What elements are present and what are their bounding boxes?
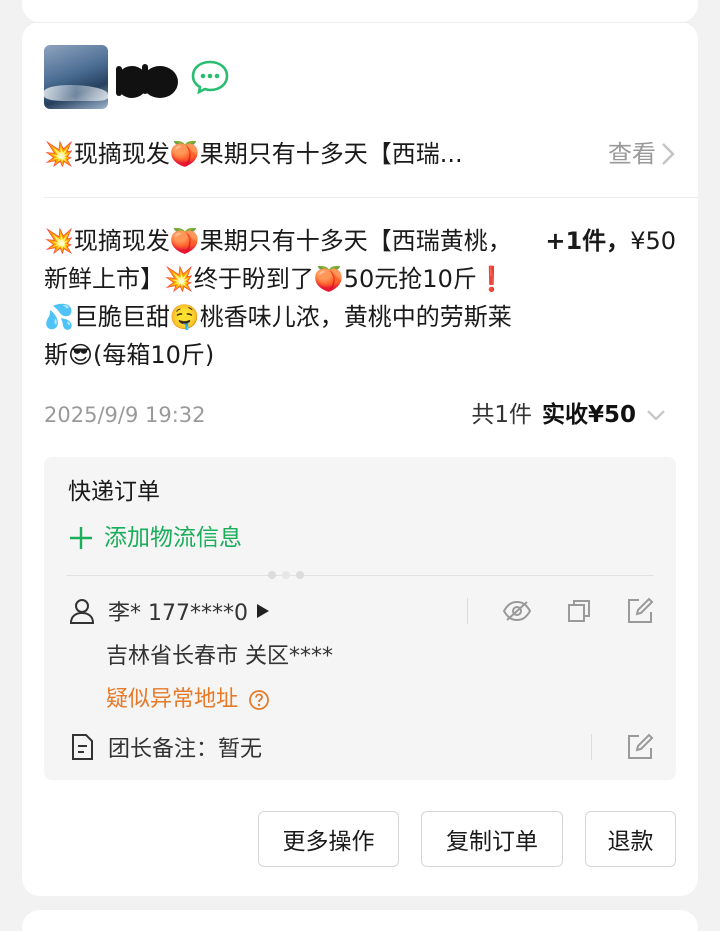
plus-icon <box>70 527 92 549</box>
eye-off-icon[interactable] <box>502 599 532 623</box>
separator <box>591 734 592 760</box>
quantity-label: +1件， <box>545 227 631 255</box>
abnormal-label: 疑似异常地址 <box>106 687 239 712</box>
separator <box>467 598 468 624</box>
contact-row: 李* 177****0 <box>68 591 654 631</box>
edit-icon[interactable] <box>626 597 654 625</box>
express-order-panel: 快递订单 添加物流信息 李* 177****0 吉林省长春市 关区**** 疑似… <box>44 457 676 780</box>
order-title: 💥现摘现发🍑果期只有十多天【西瑞... <box>44 140 463 168</box>
note-tools <box>591 733 654 761</box>
chevron-right-icon <box>662 143 675 165</box>
note-text: 团长备注：暂无 <box>108 737 263 762</box>
divider <box>44 197 698 198</box>
edit-icon[interactable] <box>626 733 654 761</box>
order-time: 2025/9/9 19:32 <box>44 403 206 427</box>
top-divider <box>22 22 698 23</box>
copy-order-button[interactable]: 复制订单 <box>421 811 563 867</box>
contact-text: 李* 177****0 <box>108 601 248 626</box>
panel-title: 快递订单 <box>68 479 160 505</box>
drag-handle-icon <box>268 571 304 579</box>
document-icon <box>72 734 93 760</box>
next-order-card <box>22 910 698 931</box>
view-label: 查看 <box>608 140 656 168</box>
order-total[interactable]: 共1件 实收¥50 <box>471 398 666 432</box>
address-text: 吉林省长春市 关区**** <box>106 644 333 669</box>
total-count: 共1件 <box>471 402 532 428</box>
previous-order-card <box>22 0 698 22</box>
question-icon[interactable] <box>248 689 270 711</box>
more-actions-button[interactable]: 更多操作 <box>258 811 399 867</box>
add-logistics-label: 添加物流信息 <box>104 525 242 551</box>
product-description: 💥现摘现发🍑果期只有十多天【西瑞黄桃，新鲜上市】💥终于盼到了🍑50元抢10斤❗💦… <box>44 227 512 369</box>
copy-icon[interactable] <box>566 598 592 624</box>
unit-price: ¥50 <box>630 227 676 255</box>
product-quantity-price: +1件，¥50 <box>545 222 676 260</box>
wechat-icon[interactable] <box>190 58 230 94</box>
nickname-redacted <box>116 64 178 98</box>
contact-tools <box>467 597 654 625</box>
cursor-icon <box>256 604 269 618</box>
abnormal-address-warning[interactable]: 疑似异常地址 <box>106 683 270 717</box>
paid-amount: 实收¥50 <box>541 402 636 428</box>
refund-button[interactable]: 退款 <box>585 811 676 867</box>
view-detail-link[interactable]: 查看 <box>608 136 676 172</box>
user-icon <box>69 599 95 624</box>
add-logistics-button[interactable]: 添加物流信息 <box>68 521 242 555</box>
avatar[interactable] <box>44 45 108 109</box>
note-row: 团长备注：暂无 <box>68 727 654 767</box>
chevron-down-icon <box>647 410 665 421</box>
panel-divider <box>66 575 654 576</box>
